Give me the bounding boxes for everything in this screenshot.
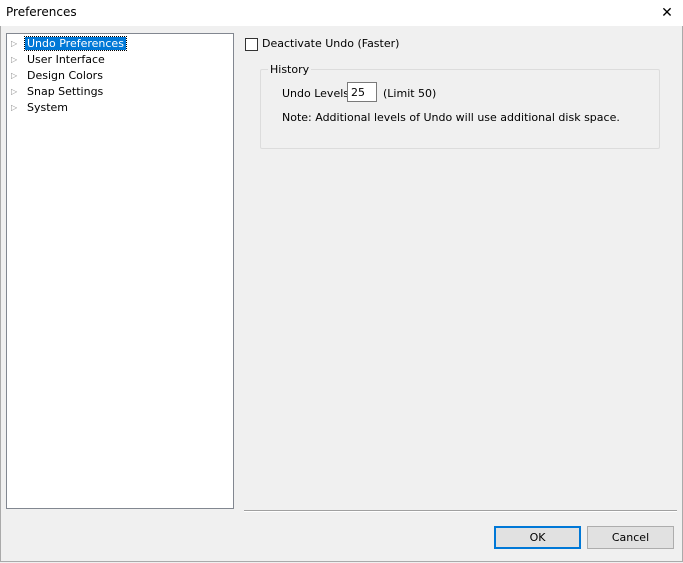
undo-levels-label: Undo Levels:: [282, 87, 353, 100]
expand-arrow-icon[interactable]: ▷: [11, 100, 25, 116]
tree-item-user-interface[interactable]: ▷ User Interface: [11, 52, 107, 68]
history-group: [260, 69, 660, 149]
undo-note: Note: Additional levels of Undo will use…: [282, 111, 620, 124]
expand-arrow-icon[interactable]: ▷: [11, 68, 25, 84]
expand-arrow-icon[interactable]: ▷: [11, 84, 25, 100]
history-group-title: History: [268, 63, 312, 76]
expand-arrow-icon[interactable]: ▷: [11, 36, 25, 52]
tree-item-label: Design Colors: [27, 69, 103, 82]
category-tree[interactable]: ▷ Undo Preferences ▷ User Interface ▷ Desig…: [6, 33, 234, 509]
deactivate-undo-checkbox-row[interactable]: Deactivate Undo (Faster): [245, 37, 399, 52]
deactivate-undo-checkbox[interactable]: [245, 37, 258, 51]
tree-item-label: Snap Settings: [27, 85, 104, 98]
undo-levels-input[interactable]: 25: [347, 82, 377, 102]
deactivate-undo-label[interactable]: Deactivate Undo (Faster): [262, 37, 399, 50]
cancel-button[interactable]: Cancel: [587, 526, 674, 549]
tree-item-design-colors[interactable]: ▷ Design Colors: [11, 68, 105, 84]
tree-item-label: User Interface: [27, 53, 105, 66]
close-icon[interactable]: ✕: [651, 0, 683, 26]
tree-item-label: System: [27, 101, 69, 114]
expand-arrow-icon[interactable]: ▷: [11, 52, 25, 68]
ok-button[interactable]: OK: [494, 526, 581, 549]
tree-item-snap-settings[interactable]: ▷ Snap Settings: [11, 84, 105, 100]
tree-item-undo-preferences[interactable]: ▷ Undo Preferences: [11, 36, 127, 52]
tree-item-system[interactable]: ▷ System: [11, 100, 70, 116]
window-title: Preferences: [6, 5, 77, 19]
undo-limit-text: (Limit 50): [383, 87, 437, 100]
button-separator: [244, 510, 677, 512]
title-bar: Preferences ✕: [0, 0, 683, 26]
tree-item-label: Undo Preferences: [24, 36, 127, 51]
